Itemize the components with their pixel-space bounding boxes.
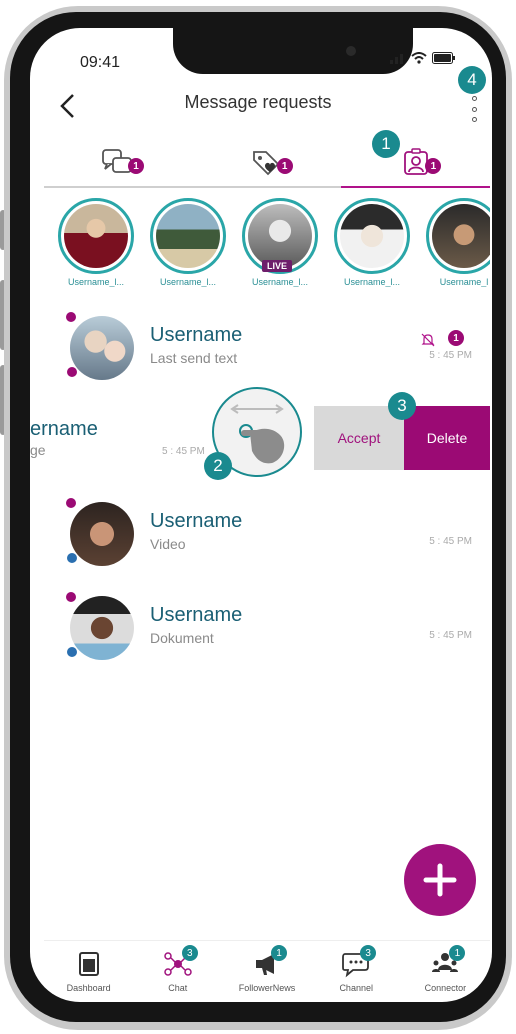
- delete-button[interactable]: Delete: [404, 406, 490, 470]
- message-row[interactable]: Username Last send text 1 5 : 45 PM: [44, 310, 490, 390]
- dashboard-icon: [78, 952, 99, 976]
- message-time: 5 : 45 PM: [429, 536, 472, 547]
- nav-badge: 3: [360, 945, 377, 961]
- avatar: [70, 316, 134, 380]
- story-strip[interactable]: Username_l... Username_l... LIVE Usernam…: [54, 198, 490, 294]
- mute-icon: [421, 333, 435, 347]
- nav-label: Connector: [424, 983, 467, 993]
- battery-icon: [432, 52, 455, 64]
- signal-icon: [390, 52, 406, 64]
- plus-icon: [423, 863, 457, 897]
- verified-icon: [66, 646, 78, 658]
- story-avatar: [432, 204, 490, 268]
- story-label: Username_l...: [67, 277, 125, 287]
- marker-1: 1: [372, 130, 400, 158]
- avatar: [70, 502, 134, 566]
- more-options-icon[interactable]: [470, 96, 478, 122]
- tab-badge: 1: [425, 158, 442, 174]
- last-message: Video: [150, 536, 186, 552]
- tab-contacts[interactable]: 1: [341, 140, 490, 188]
- message-time: 5 : 45 PM: [429, 350, 472, 361]
- tab-bar: 1 1 1: [44, 140, 490, 188]
- story-avatar: [156, 204, 220, 268]
- notch: [173, 28, 413, 74]
- status-time: 09:41: [80, 54, 121, 71]
- nav-follower-news[interactable]: 1 FollowerNews: [222, 941, 311, 1002]
- unread-dot: [66, 498, 76, 508]
- message-time: 5 : 45 PM: [429, 630, 472, 641]
- story-avatar: [340, 204, 404, 268]
- page-title: Message requests: [184, 92, 332, 112]
- nav-badge: 1: [271, 945, 287, 961]
- unread-dot: [66, 592, 76, 602]
- tab-favorites[interactable]: 1: [193, 140, 342, 186]
- nav-dashboard[interactable]: Dashboard: [44, 941, 133, 1002]
- marker-2: 2: [204, 452, 232, 480]
- story-label: Username_l: [439, 277, 489, 287]
- page: 09:41 Message requests 4 1 1 1 1 Usernam…: [0, 0, 516, 1034]
- last-message: Last send text: [150, 350, 238, 366]
- avatar: [70, 596, 134, 660]
- bottom-nav: Dashboard 3 Chat 1 FollowerNews 3 Channe…: [44, 940, 490, 1002]
- nav-label: Chat: [168, 983, 188, 993]
- tab-badge: 1: [276, 158, 293, 174]
- story-item[interactable]: Username_l: [422, 198, 490, 287]
- nav-label: Channel: [339, 983, 373, 993]
- nav-connector[interactable]: 1 Connector: [401, 941, 490, 1002]
- story-item[interactable]: Username_l...: [54, 198, 138, 287]
- nav-badge: 3: [181, 945, 198, 961]
- tab-chats[interactable]: 1: [44, 140, 193, 186]
- story-label: Username_l...: [343, 277, 401, 287]
- nav-label: Dashboard: [66, 983, 111, 993]
- username: ername: [30, 418, 98, 440]
- username: Username: [150, 510, 243, 532]
- nav-chat[interactable]: 3 Chat: [133, 941, 222, 1002]
- unread-dot: [66, 312, 76, 322]
- message-row[interactable]: Username Dokument 5 : 45 PM: [44, 590, 490, 670]
- message-row[interactable]: Username Video 5 : 45 PM: [44, 496, 490, 576]
- new-message-button[interactable]: [404, 844, 476, 916]
- story-item[interactable]: Username_l...: [146, 198, 230, 287]
- marker-3: 3: [388, 392, 416, 420]
- live-badge: LIVE: [262, 260, 293, 272]
- camera: [346, 46, 356, 56]
- last-message: ge: [30, 442, 46, 458]
- verified-icon: [66, 552, 78, 564]
- verified-icon: [66, 366, 78, 378]
- wifi-icon: [411, 52, 427, 64]
- story-item[interactable]: Username_l...: [330, 198, 414, 287]
- last-message: Dokument: [150, 630, 214, 646]
- unread-badge: 1: [448, 330, 464, 346]
- nav-label: FollowerNews: [238, 983, 296, 993]
- marker-4: 4: [458, 66, 486, 94]
- nav-badge: 1: [449, 945, 466, 961]
- story-label: Username_l...: [159, 277, 217, 287]
- username: Username: [150, 604, 243, 626]
- story-label: Username_l...: [251, 277, 309, 287]
- tab-badge: 1: [128, 158, 144, 174]
- status-icons: [390, 52, 456, 64]
- nav-channel[interactable]: 3 Channel: [312, 941, 401, 1002]
- username: Username: [150, 324, 243, 346]
- accept-button[interactable]: Accept: [314, 406, 404, 470]
- story-item[interactable]: LIVE Username_l...: [238, 198, 322, 287]
- story-avatar: [248, 204, 312, 268]
- message-time: 5 : 45 PM: [162, 446, 205, 457]
- story-avatar: [64, 204, 128, 268]
